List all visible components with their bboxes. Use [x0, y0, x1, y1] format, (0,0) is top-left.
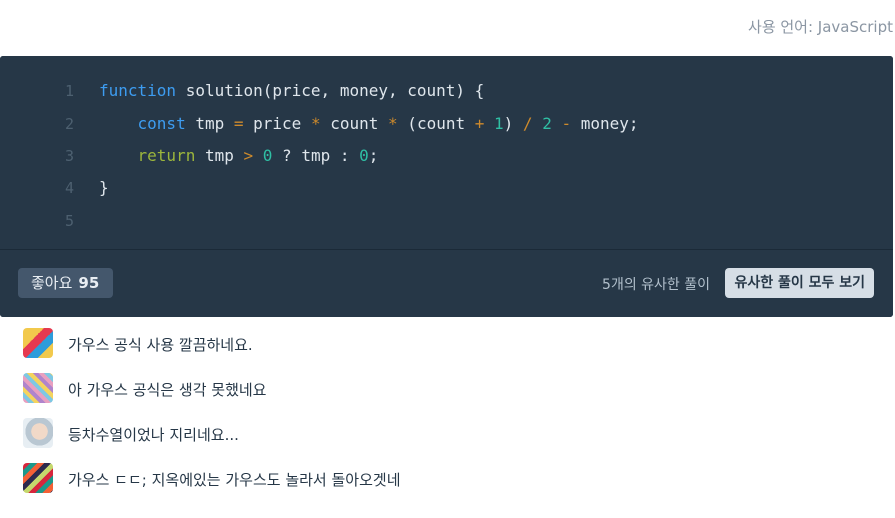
- code-token: solution(price, money, count) {: [176, 81, 485, 100]
- like-label: 좋아요: [31, 274, 73, 292]
- like-button[interactable]: 좋아요 95: [18, 268, 114, 298]
- line-number: 5: [64, 212, 74, 230]
- comment-item: 가우스 ㄷㄷ; 지옥에있는 가우스도 놀라서 돌아오겟네: [0, 455, 895, 495]
- code-token: (count: [397, 114, 475, 133]
- comment-item: 등차수열이었나 지리네요...: [0, 410, 895, 450]
- avatar[interactable]: [23, 373, 53, 403]
- view-all-similar-button[interactable]: 유사한 풀이 모두 보기: [725, 268, 874, 298]
- line-number: 1: [64, 82, 74, 100]
- code-token: return: [137, 146, 196, 165]
- code-token: tmp: [185, 114, 234, 133]
- code-token: =: [233, 114, 244, 133]
- code-token: ): [503, 114, 523, 133]
- comment-item: 가우스 공식 사용 깔끔하네요.: [0, 320, 895, 360]
- code-token: /: [522, 114, 533, 133]
- comment-text: 가우스 공식 사용 깔끔하네요.: [68, 336, 253, 354]
- code-token: -: [561, 114, 572, 133]
- code-editor: 1 function solution(price, money, count) …: [0, 56, 893, 249]
- code-token: count: [320, 114, 389, 133]
- code-token: 1: [494, 114, 504, 133]
- code-token: ;: [368, 146, 379, 165]
- comment-text: 아 가우스 공식은 생각 못했네요: [68, 381, 267, 399]
- language-label: 사용 언어: JavaScript: [748, 18, 893, 36]
- code-token: 0: [262, 146, 273, 165]
- like-count: 95: [78, 274, 100, 292]
- line-number: 2: [64, 115, 74, 133]
- code-token: 2: [542, 114, 552, 133]
- comment-text: 등차수열이었나 지리네요...: [68, 426, 239, 444]
- code-token: 0: [359, 146, 369, 165]
- comment-text: 가우스 ㄷㄷ; 지옥에있는 가우스도 놀라서 돌아오겟네: [68, 471, 401, 489]
- code-token: *: [388, 114, 398, 133]
- comment-item: 아 가우스 공식은 생각 못했네요: [0, 365, 895, 405]
- code-token: function: [99, 81, 177, 100]
- code-token: >: [243, 146, 254, 165]
- code-token: ? tmp :: [272, 146, 360, 165]
- avatar[interactable]: [23, 418, 53, 448]
- code-token: +: [474, 114, 485, 133]
- code-token: tmp: [195, 146, 244, 165]
- avatar[interactable]: [23, 328, 53, 358]
- code-text: return tmp > 0 ? tmp : 0;: [99, 144, 379, 168]
- line-number: 3: [64, 147, 74, 165]
- code-token: *: [310, 114, 321, 133]
- code-token: }: [99, 178, 109, 197]
- code-card-footer: 좋아요 95 5개의 유사한 풀이 유사한 풀이 모두 보기: [0, 250, 893, 317]
- code-card: 1 function solution(price, money, count) …: [0, 56, 893, 317]
- code-text: function solution(price, money, count) {: [99, 79, 484, 103]
- code-text: const tmp = price * count * (count + 1) …: [99, 112, 639, 136]
- code-token: money;: [571, 114, 639, 133]
- line-number: 4: [64, 179, 74, 197]
- code-token: const: [137, 114, 186, 133]
- avatar[interactable]: [23, 463, 53, 493]
- code-token: price: [243, 114, 311, 133]
- code-text: }: [99, 176, 109, 200]
- similar-solutions-count: 5개의 유사한 풀이: [602, 277, 710, 293]
